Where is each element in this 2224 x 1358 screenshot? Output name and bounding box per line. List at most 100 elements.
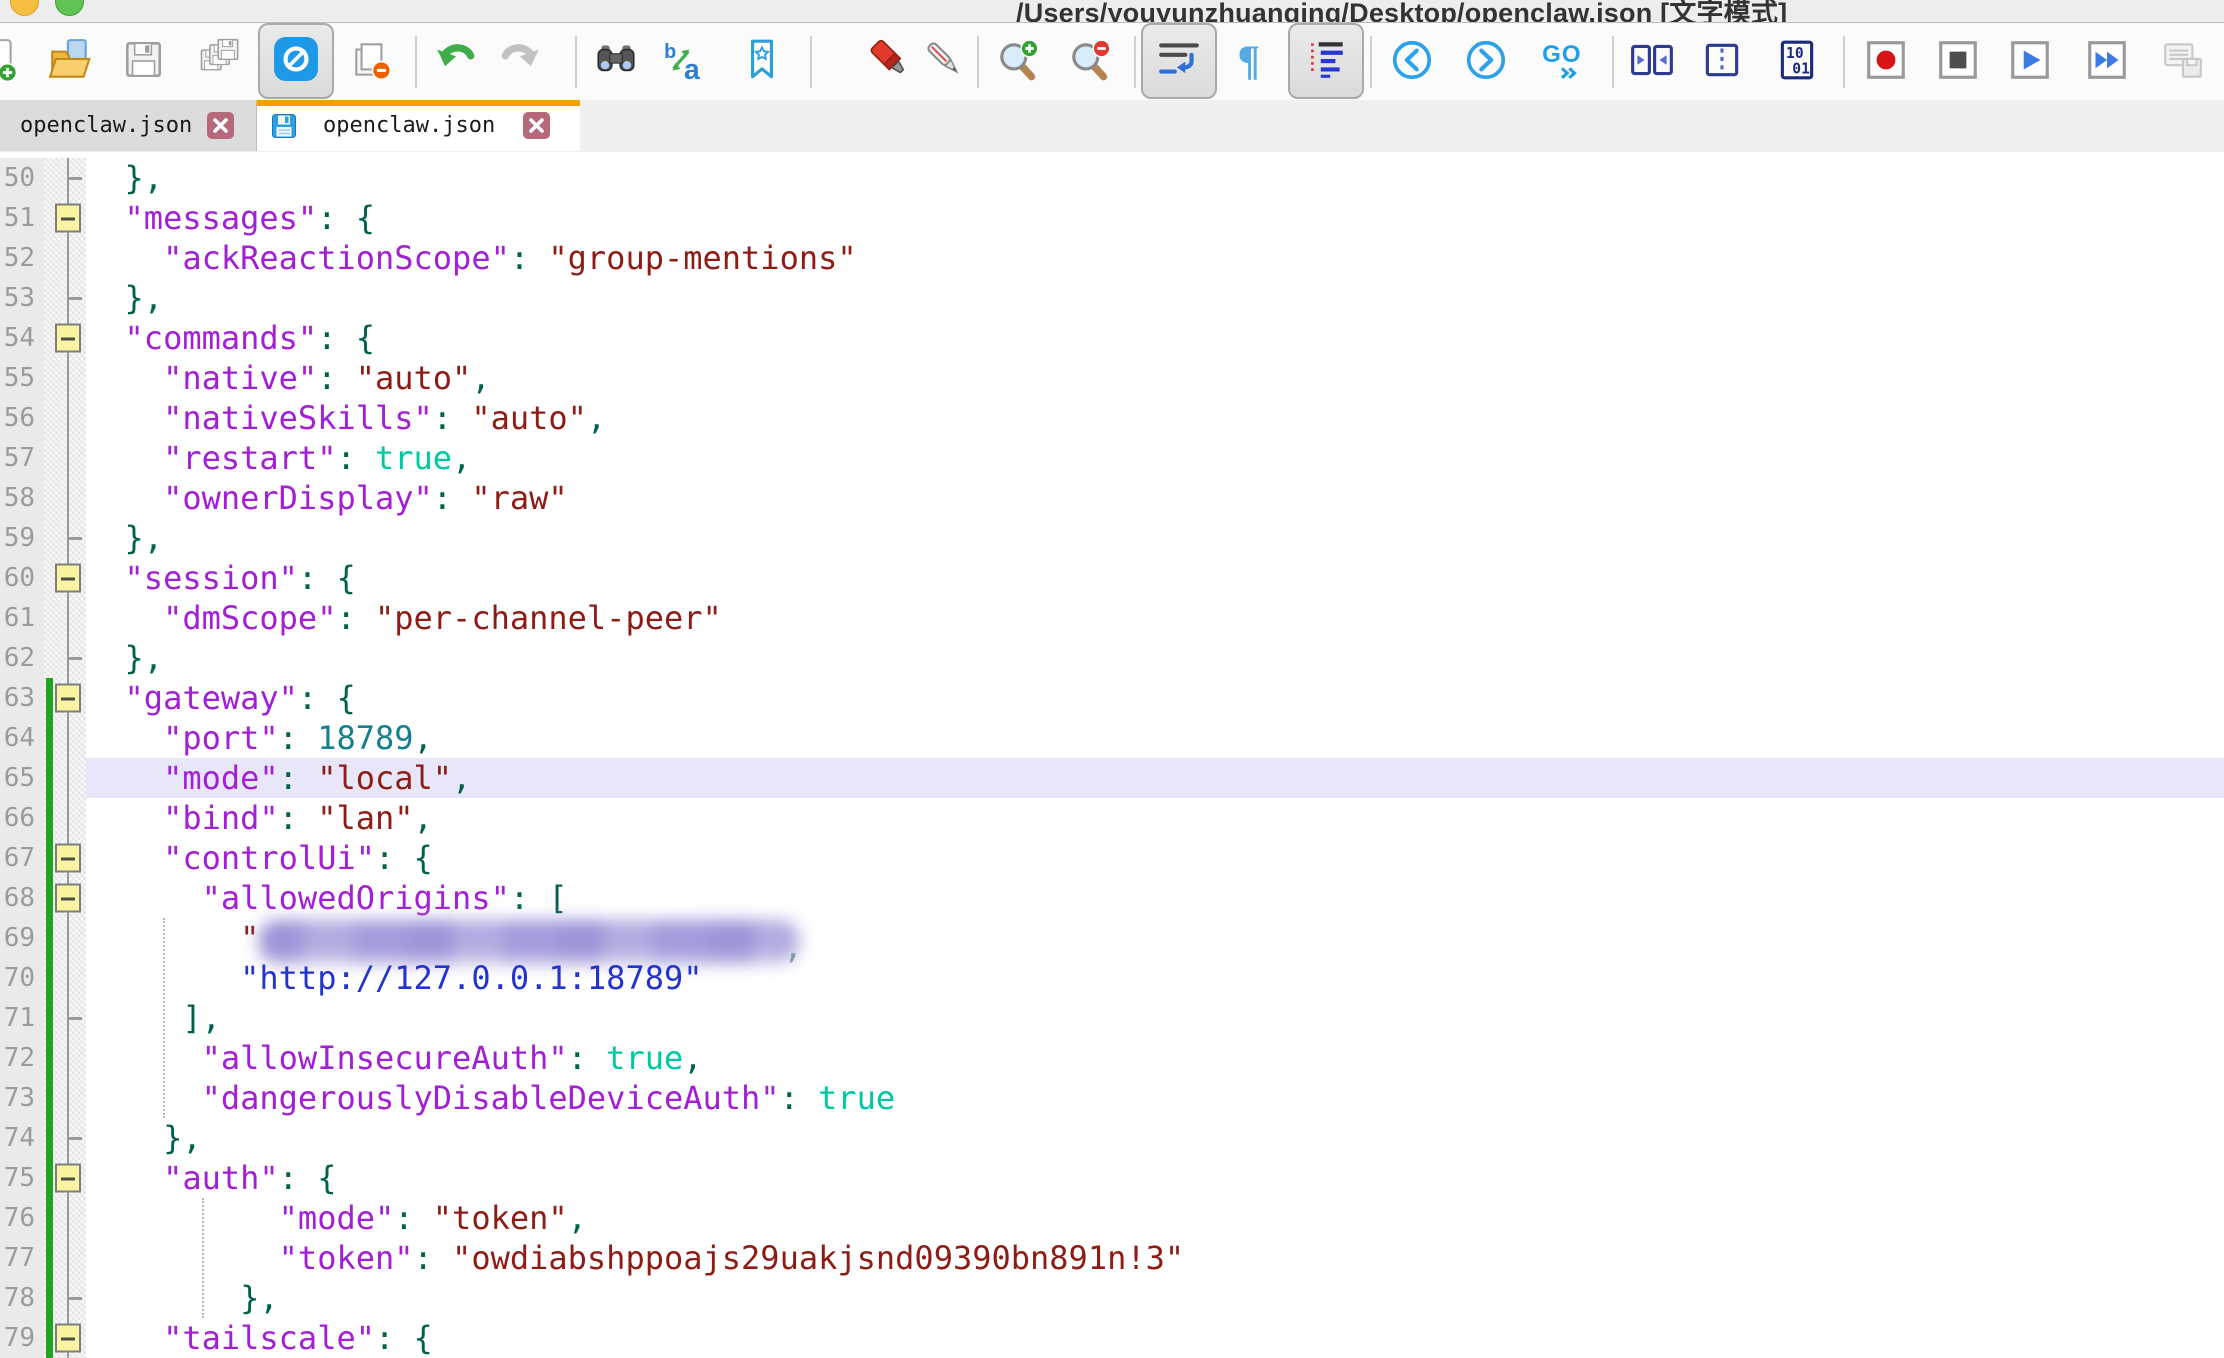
code-text[interactable]: "token": "owdiabshppoajs29uakjsnd09390bn… [86, 1238, 2224, 1278]
code-text[interactable]: "mode": "token", [86, 1198, 2224, 1238]
save-button[interactable] [119, 35, 167, 89]
indent-guides-button[interactable] [1288, 23, 1364, 99]
code-text[interactable]: }, [86, 638, 2224, 678]
close-tab-icon[interactable] [207, 112, 234, 139]
code-text[interactable]: "gateway": { [86, 678, 2224, 718]
code-text[interactable]: "mode": "local", [86, 758, 2224, 798]
split-horizontal-icon [1629, 37, 1675, 88]
open-folder-button[interactable] [46, 35, 94, 89]
split-vertical-button[interactable] [1698, 35, 1746, 89]
code-area[interactable]: 50 },51 "messages": {52 "ackReactionScop… [0, 152, 2224, 1358]
code-text[interactable]: ], [86, 998, 2224, 1038]
play-macro-button[interactable] [2006, 35, 2054, 89]
fold-collapse-marker[interactable] [55, 1164, 81, 1193]
reload-document-button[interactable] [258, 23, 334, 99]
tab-openclaw-json-2-active[interactable]: openclaw.json [257, 100, 580, 151]
code-text[interactable]: "messages": { [86, 198, 2224, 238]
go-previous-button[interactable] [1388, 35, 1436, 89]
indent-guides-icon [1303, 36, 1349, 87]
code-text[interactable]: "native": "auto", [86, 358, 2224, 398]
fold-collapse-marker[interactable] [55, 1324, 81, 1353]
fold-collapse-marker[interactable] [55, 324, 81, 353]
undo-button[interactable] [431, 35, 479, 89]
bookmark-button[interactable] [738, 35, 786, 89]
line-number: 64 [0, 718, 44, 758]
code-text[interactable]: }, [86, 1278, 2224, 1318]
go-next-button[interactable] [1462, 35, 1510, 89]
fold-collapse-marker[interactable] [55, 684, 81, 713]
code-text[interactable]: "http://127.0.0.1:18789" [86, 958, 2224, 998]
main-toolbar: ba ¶ GO 1001 [0, 23, 2224, 101]
code-text[interactable]: "allowedOrigins": [ [86, 878, 2224, 918]
fold-collapse-marker[interactable] [55, 204, 81, 233]
close-tab-icon[interactable] [523, 112, 550, 139]
code-text[interactable]: "dmScope": "per-channel-peer" [86, 598, 2224, 638]
word-wrap-button[interactable] [1141, 23, 1217, 99]
fold-collapse-marker[interactable] [55, 884, 81, 913]
code-text[interactable]: "allowInsecureAuth": true, [86, 1038, 2224, 1078]
fold-collapse-marker[interactable] [55, 844, 81, 873]
line-numbers-button[interactable]: 1001 [1773, 35, 1821, 89]
code-text[interactable]: "controlUi": { [86, 838, 2224, 878]
code-text[interactable]: }, [86, 1118, 2224, 1158]
fold-margin [44, 598, 86, 638]
stop-macro-button[interactable] [1934, 35, 1982, 89]
pen-button[interactable] [921, 35, 969, 89]
code-text[interactable]: }, [86, 278, 2224, 318]
code-text[interactable]: "auth": { [86, 1158, 2224, 1198]
close-all-button[interactable] [348, 35, 396, 89]
code-text[interactable]: "nativeSkills": "auto", [86, 398, 2224, 438]
highlighter-button[interactable] [866, 35, 914, 89]
save-all-button[interactable] [194, 35, 242, 89]
save-macro-icon [2160, 37, 2206, 88]
fold-end-marker [68, 1137, 82, 1140]
record-macro-button[interactable] [1862, 35, 1910, 89]
toolbar-separator [977, 36, 979, 88]
code-line: 63 "gateway": { [0, 678, 2224, 718]
code-text[interactable]: "bind": "lan", [86, 798, 2224, 838]
line-number: 67 [0, 838, 44, 878]
fold-margin [44, 1198, 86, 1238]
code-text[interactable]: "ackReactionScope": "group-mentions" [86, 238, 2224, 278]
modified-line-marker [46, 798, 53, 838]
code-text[interactable]: }, [86, 518, 2224, 558]
minimize-button[interactable] [10, 0, 39, 16]
modified-line-marker [46, 1158, 53, 1198]
split-horizontal-button[interactable] [1628, 35, 1676, 89]
fold-end-marker [68, 537, 82, 540]
code-text[interactable]: "session": { [86, 558, 2224, 598]
code-line: 74 }, [0, 1118, 2224, 1158]
zoom-in-button[interactable] [994, 35, 1042, 89]
tab-openclaw-json-1[interactable]: openclaw.json [0, 100, 257, 151]
code-editor[interactable]: 50 },51 "messages": {52 "ackReactionScop… [0, 152, 2224, 1358]
code-text[interactable]: ", [86, 918, 2224, 958]
line-number: 69 [0, 918, 44, 958]
new-document-button[interactable] [0, 35, 20, 89]
zoom-out-button[interactable] [1066, 35, 1114, 89]
code-line: 56 "nativeSkills": "auto", [0, 398, 2224, 438]
line-number: 78 [0, 1278, 44, 1318]
fold-end-marker [68, 1017, 82, 1020]
modified-line-marker [46, 758, 53, 798]
zoom-button[interactable] [55, 0, 84, 16]
play-macro-all-button[interactable] [2083, 35, 2131, 89]
find-replace-button[interactable]: ba [659, 35, 707, 89]
play-macro-all-icon [2084, 37, 2130, 88]
code-text[interactable]: "ownerDisplay": "raw" [86, 478, 2224, 518]
paragraph-marks-button[interactable]: ¶ [1226, 35, 1274, 89]
line-number: 57 [0, 438, 44, 478]
code-text[interactable]: "tailscale": { [86, 1318, 2224, 1358]
code-text[interactable]: "dangerouslyDisableDeviceAuth": true [86, 1078, 2224, 1118]
line-number: 71 [0, 998, 44, 1038]
svg-text:¶: ¶ [1237, 38, 1260, 82]
code-text[interactable]: "commands": { [86, 318, 2224, 358]
code-text[interactable]: "port": 18789, [86, 718, 2224, 758]
goto-line-button[interactable]: GO [1538, 35, 1586, 89]
code-text[interactable]: }, [86, 158, 2224, 198]
fold-collapse-marker[interactable] [55, 564, 81, 593]
code-line: 64 "port": 18789, [0, 718, 2224, 758]
code-text[interactable]: "restart": true, [86, 438, 2224, 478]
line-number: 65 [0, 758, 44, 798]
svg-text:b: b [664, 40, 676, 62]
find-button[interactable] [592, 35, 640, 89]
